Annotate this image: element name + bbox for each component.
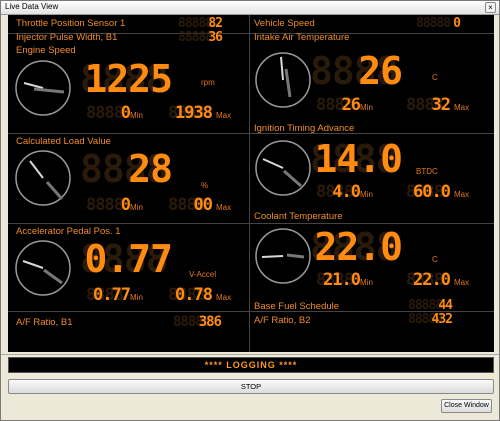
iat-unit: C bbox=[432, 73, 438, 82]
accel-value: 0.77 bbox=[84, 237, 173, 281]
accel-label: Accelerator Pedal Pos. 1 bbox=[16, 226, 121, 237]
tps-label: Throttle Position Sensor 1 bbox=[16, 18, 126, 29]
accel-gauge bbox=[15, 240, 71, 296]
coolant-max-value: 22.0 bbox=[413, 270, 451, 290]
accel-unit: V-Accel bbox=[189, 270, 217, 279]
window-close-icon[interactable]: × bbox=[485, 2, 496, 13]
engine-speed-value: 1225 bbox=[84, 57, 173, 101]
separator-line bbox=[1, 354, 499, 355]
afr-b1-label: A/F Ratio, B1 bbox=[16, 317, 73, 328]
load-max-value: 00 bbox=[193, 195, 213, 215]
timing-unit: BTDC bbox=[416, 167, 438, 176]
load-value: 28 bbox=[128, 147, 173, 191]
window-title: Live Data View bbox=[5, 2, 59, 11]
coolant-min-label: Min bbox=[360, 278, 373, 287]
load-min-label: Min bbox=[130, 203, 143, 212]
tps-value: 82 bbox=[208, 16, 223, 31]
afr-b2-value: 432 bbox=[431, 312, 453, 327]
timing-label: Ignition Timing Advance bbox=[254, 123, 355, 134]
timing-gauge bbox=[255, 140, 311, 196]
load-unit: % bbox=[201, 181, 209, 190]
engine-speed-min-value: 0 bbox=[120, 103, 131, 123]
bfs-label: Base Fuel Schedule bbox=[254, 301, 340, 312]
coolant-unit: C bbox=[432, 255, 438, 264]
dashboard-panel: Throttle Position Sensor 1 88888 82 Inje… bbox=[8, 15, 494, 352]
engine-speed-unit: rpm bbox=[201, 78, 215, 87]
load-min-value: 0 bbox=[120, 195, 131, 215]
engine-speed-min-label: Min bbox=[130, 111, 143, 120]
engine-speed-max-value: 1938 bbox=[175, 103, 213, 123]
afr-b1-value: 386 bbox=[198, 314, 222, 330]
iat-max-value: 32 bbox=[431, 95, 451, 115]
iat-gauge bbox=[255, 52, 311, 108]
iat-min-value: 26 bbox=[341, 95, 361, 115]
vehicle-speed-label: Vehicle Speed bbox=[254, 18, 315, 29]
engine-speed-max-label: Max bbox=[216, 111, 232, 120]
afr-b2-label: A/F Ratio, B2 bbox=[254, 315, 311, 326]
title-bar: Live Data View × bbox=[1, 1, 499, 15]
accel-min-label: Min bbox=[130, 293, 143, 302]
close-window-button[interactable]: Close Window bbox=[441, 399, 492, 413]
accel-max-label: Max bbox=[216, 293, 232, 302]
engine-speed-label: Engine Speed bbox=[16, 45, 76, 56]
live-data-window: Live Data View × Throttle Position Senso… bbox=[0, 0, 500, 421]
coolant-min-value: 21.0 bbox=[323, 270, 361, 290]
iat-min-label: Min bbox=[360, 103, 373, 112]
coolant-label: Coolant Temperature bbox=[254, 211, 343, 222]
timing-min-value: 4.0 bbox=[332, 182, 361, 202]
column-divider bbox=[249, 15, 250, 352]
ipw-label: Injector Pulse Width, B1 bbox=[16, 32, 118, 43]
coolant-max-label: Max bbox=[454, 278, 470, 287]
load-label: Calculated Load Value bbox=[16, 136, 111, 147]
iat-max-label: Max bbox=[454, 103, 470, 112]
timing-value: 14.0 bbox=[314, 137, 403, 181]
load-max-label: Max bbox=[216, 203, 232, 212]
logging-status: **** LOGGING **** bbox=[8, 357, 494, 373]
accel-max-value: 0.78 bbox=[175, 285, 213, 305]
iat-label: Intake Air Temperature bbox=[254, 32, 350, 43]
row-divider bbox=[8, 133, 494, 134]
engine-speed-gauge bbox=[15, 60, 71, 116]
load-gauge bbox=[15, 150, 71, 206]
vehicle-speed-value: 0 bbox=[453, 16, 461, 31]
row-divider bbox=[8, 223, 494, 224]
ipw-value: 36 bbox=[208, 30, 223, 45]
accel-min-value: 0.77 bbox=[93, 285, 131, 305]
bfs-value: 44 bbox=[438, 298, 453, 313]
coolant-value: 22.0 bbox=[314, 225, 403, 269]
iat-value: 26 bbox=[358, 49, 403, 93]
coolant-gauge bbox=[255, 228, 311, 284]
timing-max-label: Max bbox=[454, 190, 470, 199]
timing-min-label: Min bbox=[360, 190, 373, 199]
timing-max-value: 60.0 bbox=[413, 182, 451, 202]
stop-button[interactable]: STOP bbox=[8, 379, 494, 394]
